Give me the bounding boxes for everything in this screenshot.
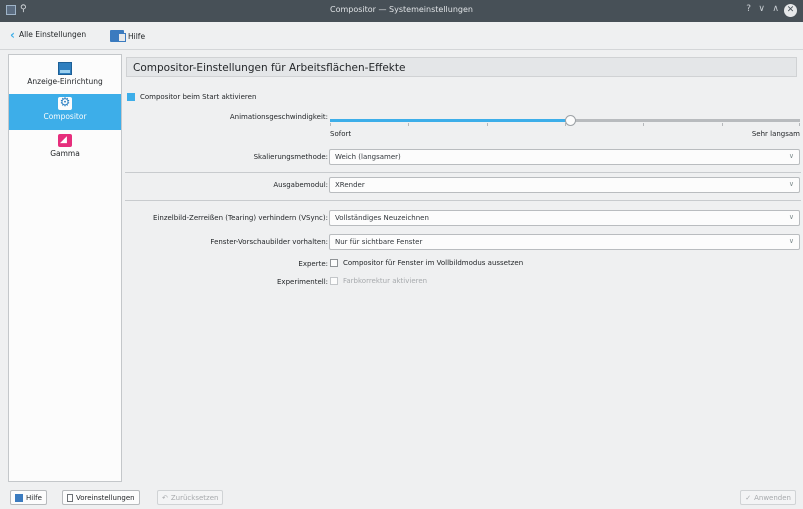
vsync-label: Einzelbild-Zerreißen (Tearing) verhinder… bbox=[153, 214, 328, 222]
animation-speed-label: Animationsgeschwindigkeit: bbox=[229, 113, 328, 121]
backend-value: XRender bbox=[335, 181, 365, 189]
help-window-icon[interactable]: ? bbox=[746, 4, 751, 14]
slider-max-label: Sehr langsam bbox=[751, 130, 800, 138]
start-compositor-checkbox[interactable]: Compositor beim Start aktivieren bbox=[127, 93, 256, 101]
document-icon bbox=[67, 493, 73, 502]
slider-tick bbox=[799, 123, 801, 126]
backend-combo[interactable]: XRender ∨ bbox=[329, 177, 800, 193]
reset-button-label: Zurücksetzen bbox=[170, 493, 219, 502]
apply-button[interactable]: ✓ Anwenden bbox=[740, 490, 796, 505]
sidebar: Anzeige-Einrichtung Compositor Gamma bbox=[8, 54, 122, 482]
slider-tick bbox=[330, 123, 331, 126]
page-title: Compositor-Einstellungen für Arbeitsfläc… bbox=[126, 57, 797, 77]
experimental-label: Experimentell: bbox=[277, 278, 328, 286]
help-button[interactable]: Hilfe bbox=[10, 490, 47, 505]
close-icon[interactable]: ✕ bbox=[784, 4, 797, 17]
scaling-value: Weich (langsamer) bbox=[335, 153, 401, 161]
slider-handle[interactable] bbox=[564, 115, 576, 126]
backend-label: Ausgabemodul: bbox=[273, 181, 328, 189]
divider bbox=[125, 200, 801, 201]
chevron-down-icon: ∨ bbox=[788, 237, 794, 245]
fullscreen-unredirect-label: Compositor für Fenster im Vollbildmodus … bbox=[343, 259, 524, 267]
apply-button-label: Anwenden bbox=[754, 493, 791, 502]
checkbox-box[interactable] bbox=[330, 259, 338, 267]
sidebar-item-gamma[interactable]: Gamma bbox=[9, 131, 121, 167]
checkbox-box[interactable] bbox=[127, 93, 135, 101]
slider-fill bbox=[330, 119, 570, 122]
checkbox-box bbox=[330, 277, 338, 285]
help-toolbar-label: Hilfe bbox=[128, 31, 146, 41]
sidebar-item-label: Compositor bbox=[43, 112, 87, 121]
monitor-icon bbox=[58, 62, 72, 75]
expert-label: Experte: bbox=[298, 260, 328, 268]
sidebar-item-label: Gamma bbox=[50, 149, 80, 158]
slider-tick bbox=[486, 123, 488, 126]
chevron-down-icon: ∨ bbox=[788, 180, 794, 188]
slider-track bbox=[569, 119, 800, 122]
gear-icon bbox=[58, 95, 72, 110]
window-titlebar: ⚲ Compositor — Systemeinstellungen ? ∨ ∧… bbox=[0, 0, 803, 22]
defaults-button-label: Voreinstellungen bbox=[76, 493, 135, 502]
gamma-icon bbox=[58, 134, 72, 147]
scaling-combo[interactable]: Weich (langsamer) ∨ bbox=[329, 149, 800, 165]
help-book-icon bbox=[110, 30, 126, 42]
back-label: Alle Einstellungen bbox=[18, 30, 87, 39]
fullscreen-unredirect-checkbox[interactable]: Compositor für Fenster im Vollbildmodus … bbox=[330, 259, 523, 267]
help-toolbar-button[interactable]: Hilfe bbox=[110, 30, 145, 42]
vsync-combo[interactable]: Vollständiges Neuzeichnen ∨ bbox=[329, 210, 800, 226]
sidebar-item-label: Anzeige-Einrichtung bbox=[27, 77, 103, 86]
main-panel: Compositor-Einstellungen für Arbeitsfläc… bbox=[123, 54, 803, 482]
help-book-icon bbox=[15, 493, 23, 502]
sidebar-item-compositor[interactable]: Compositor bbox=[9, 94, 121, 130]
slider-min-label: Sofort bbox=[330, 130, 352, 138]
chevron-down-icon: ∨ bbox=[788, 152, 794, 160]
chevron-down-icon: ∨ bbox=[788, 213, 794, 221]
animation-speed-slider[interactable] bbox=[330, 114, 801, 126]
scaling-label: Skalierungsmethode: bbox=[253, 153, 328, 161]
thumbnails-label: Fenster-Vorschaubilder vorhalten: bbox=[210, 238, 328, 246]
vsync-value: Vollständiges Neuzeichnen bbox=[335, 214, 429, 222]
minimize-icon[interactable]: ∨ bbox=[758, 4, 765, 14]
help-button-label: Hilfe bbox=[26, 493, 42, 502]
divider bbox=[125, 172, 801, 173]
bottom-bar: Hilfe Voreinstellungen ↶ Zurücksetzen ✓ … bbox=[0, 482, 803, 509]
sidebar-item-anzeige[interactable]: Anzeige-Einrichtung bbox=[9, 59, 121, 95]
defaults-button[interactable]: Voreinstellungen bbox=[62, 490, 140, 505]
window-title: Compositor — Systemeinstellungen bbox=[330, 5, 473, 14]
color-correction-label: Farbkorrektur aktivieren bbox=[343, 277, 428, 285]
reset-button[interactable]: ↶ Zurücksetzen bbox=[157, 490, 224, 505]
slider-tick bbox=[408, 123, 410, 126]
slider-tick bbox=[643, 123, 645, 126]
check-icon: ✓ bbox=[745, 493, 752, 502]
start-compositor-label: Compositor beim Start aktivieren bbox=[140, 93, 257, 101]
thumbnails-value: Nur für sichtbare Fenster bbox=[335, 238, 423, 246]
back-button[interactable]: ‹ Alle Einstellungen bbox=[10, 27, 87, 42]
undo-icon: ↶ bbox=[162, 493, 168, 502]
maximize-icon[interactable]: ∧ bbox=[772, 4, 779, 14]
thumbnails-combo[interactable]: Nur für sichtbare Fenster ∨ bbox=[329, 234, 800, 250]
back-arrow-icon: ‹ bbox=[10, 27, 15, 42]
slider-tick bbox=[721, 123, 723, 126]
top-toolbar: ‹ Alle Einstellungen Hilfe bbox=[0, 22, 803, 50]
color-correction-checkbox: Farbkorrektur aktivieren bbox=[330, 277, 427, 285]
